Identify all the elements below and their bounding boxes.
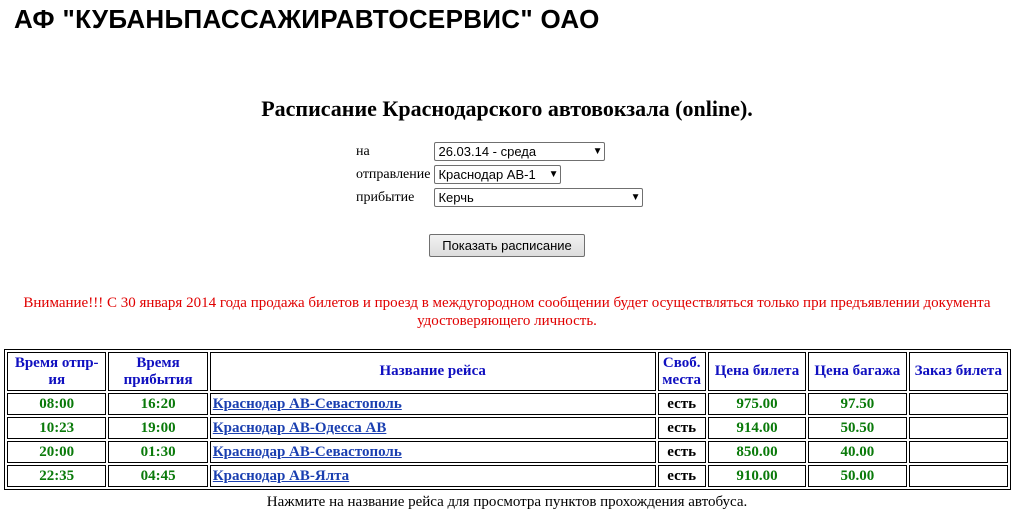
- arrival-time: 04:45: [108, 465, 208, 487]
- column-header-price: Цена билета: [707, 352, 807, 391]
- column-header-arrival: Время прибытия: [108, 352, 208, 391]
- free-seats: есть: [657, 393, 706, 415]
- luggage-price: 50.50: [808, 417, 907, 439]
- free-seats: есть: [657, 441, 706, 463]
- departure-label: отправление: [356, 166, 431, 182]
- column-header-luggage: Цена багажа: [808, 352, 907, 391]
- chevron-down-icon: ▼: [592, 146, 603, 157]
- departure-time: 10:23: [7, 417, 107, 439]
- order-ticket-cell: [908, 465, 1008, 487]
- route-link[interactable]: Краснодар АВ-Севастополь: [213, 444, 402, 460]
- departure-time: 22:35: [7, 465, 107, 487]
- column-header-order: Заказ билета: [908, 352, 1008, 391]
- table-header-row: Время отпр-ия Время прибытия Название ре…: [7, 352, 1008, 391]
- ticket-price: 975.00: [707, 393, 807, 415]
- arrival-time: 16:20: [108, 393, 208, 415]
- chevron-down-icon: ▼: [630, 192, 641, 203]
- arrival-time: 19:00: [108, 417, 208, 439]
- column-header-route: Название рейса: [209, 352, 656, 391]
- route-link[interactable]: Краснодар АВ-Ялта: [213, 468, 349, 484]
- date-select[interactable]: 26.03.14 - среда ▼: [434, 142, 606, 161]
- departure-select[interactable]: Краснодар АВ-1 ▼: [434, 165, 562, 184]
- date-select-value: 26.03.14 - среда: [438, 144, 537, 159]
- arrival-time: 01:30: [108, 441, 208, 463]
- ticket-price: 910.00: [707, 465, 807, 487]
- order-ticket-cell: [908, 393, 1008, 415]
- table-row: 10:23 19:00 Краснодар АВ-Одесса АВ есть …: [7, 417, 1008, 439]
- departure-time: 08:00: [7, 393, 107, 415]
- arrival-select[interactable]: Керчь ▼: [434, 188, 644, 207]
- date-label: на: [356, 143, 370, 159]
- luggage-price: 40.00: [808, 441, 907, 463]
- search-form: на 26.03.14 - среда ▼ отправление Красно…: [354, 140, 645, 209]
- chevron-down-icon: ▼: [548, 169, 559, 180]
- arrival-select-value: Керчь: [438, 190, 474, 205]
- arrival-label: прибытие: [356, 189, 415, 205]
- free-seats: есть: [657, 417, 706, 439]
- schedule-table: Время отпр-ия Время прибытия Название ре…: [4, 349, 1011, 490]
- route-link[interactable]: Краснодар АВ-Севастополь: [213, 396, 402, 412]
- show-schedule-button[interactable]: Показать расписание: [429, 234, 585, 257]
- route-hint: Нажмите на название рейса для просмотра …: [266, 494, 748, 510]
- ticket-price: 914.00: [707, 417, 807, 439]
- luggage-price: 97.50: [808, 393, 907, 415]
- free-seats: есть: [657, 465, 706, 487]
- page-title: Расписание Краснодарского автовокзала (o…: [261, 96, 753, 121]
- table-row: 22:35 04:45 Краснодар АВ-Ялта есть 910.0…: [7, 465, 1008, 487]
- column-header-seats: Своб. места: [657, 352, 706, 391]
- warning-message: Внимание!!! С 30 января 2014 года продаж…: [23, 295, 991, 329]
- departure-select-value: Краснодар АВ-1: [438, 167, 536, 182]
- luggage-price: 50.00: [808, 465, 907, 487]
- column-header-departure: Время отпр-ия: [7, 352, 107, 391]
- route-link[interactable]: Краснодар АВ-Одесса АВ: [213, 420, 387, 436]
- order-ticket-cell: [908, 441, 1008, 463]
- ticket-price: 850.00: [707, 441, 807, 463]
- company-title: АФ "КУБАНЬПАССАЖИРАВТОСЕРВИС" ОАО: [14, 4, 600, 34]
- departure-time: 20:00: [7, 441, 107, 463]
- table-row: 20:00 01:30 Краснодар АВ-Севастополь ест…: [7, 441, 1008, 463]
- order-ticket-cell: [908, 417, 1008, 439]
- table-row: 08:00 16:20 Краснодар АВ-Севастополь ест…: [7, 393, 1008, 415]
